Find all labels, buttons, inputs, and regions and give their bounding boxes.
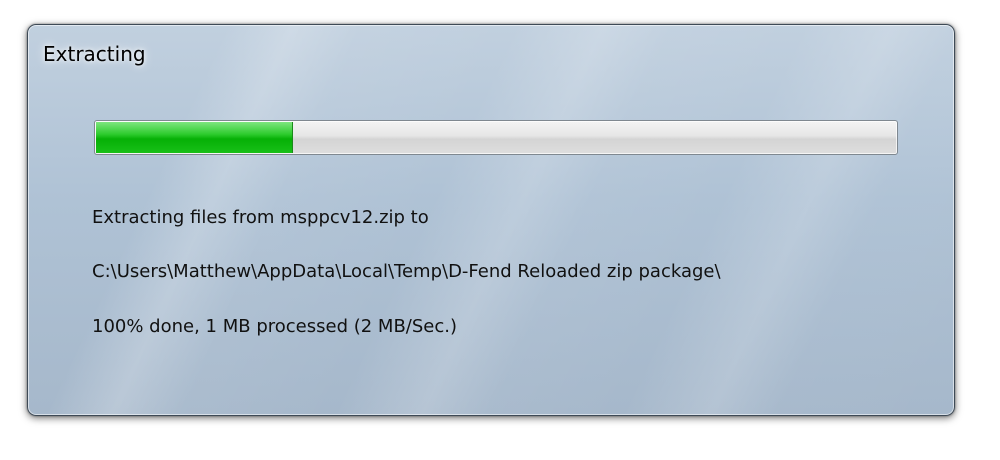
extract-destination-path: C:\Users\Matthew\AppData\Local\Temp\D-Fe… <box>92 261 721 282</box>
dialog-title: Extracting <box>43 42 146 66</box>
progress-bar <box>94 120 898 155</box>
extract-source-text: Extracting files from msppcv12.zip to <box>92 207 429 228</box>
progress-bar-fill <box>96 122 293 153</box>
extracting-dialog: Extracting Extracting files from msppcv1… <box>27 24 955 416</box>
progress-status-text: 100% done, 1 MB processed (2 MB/Sec.) <box>92 316 457 337</box>
